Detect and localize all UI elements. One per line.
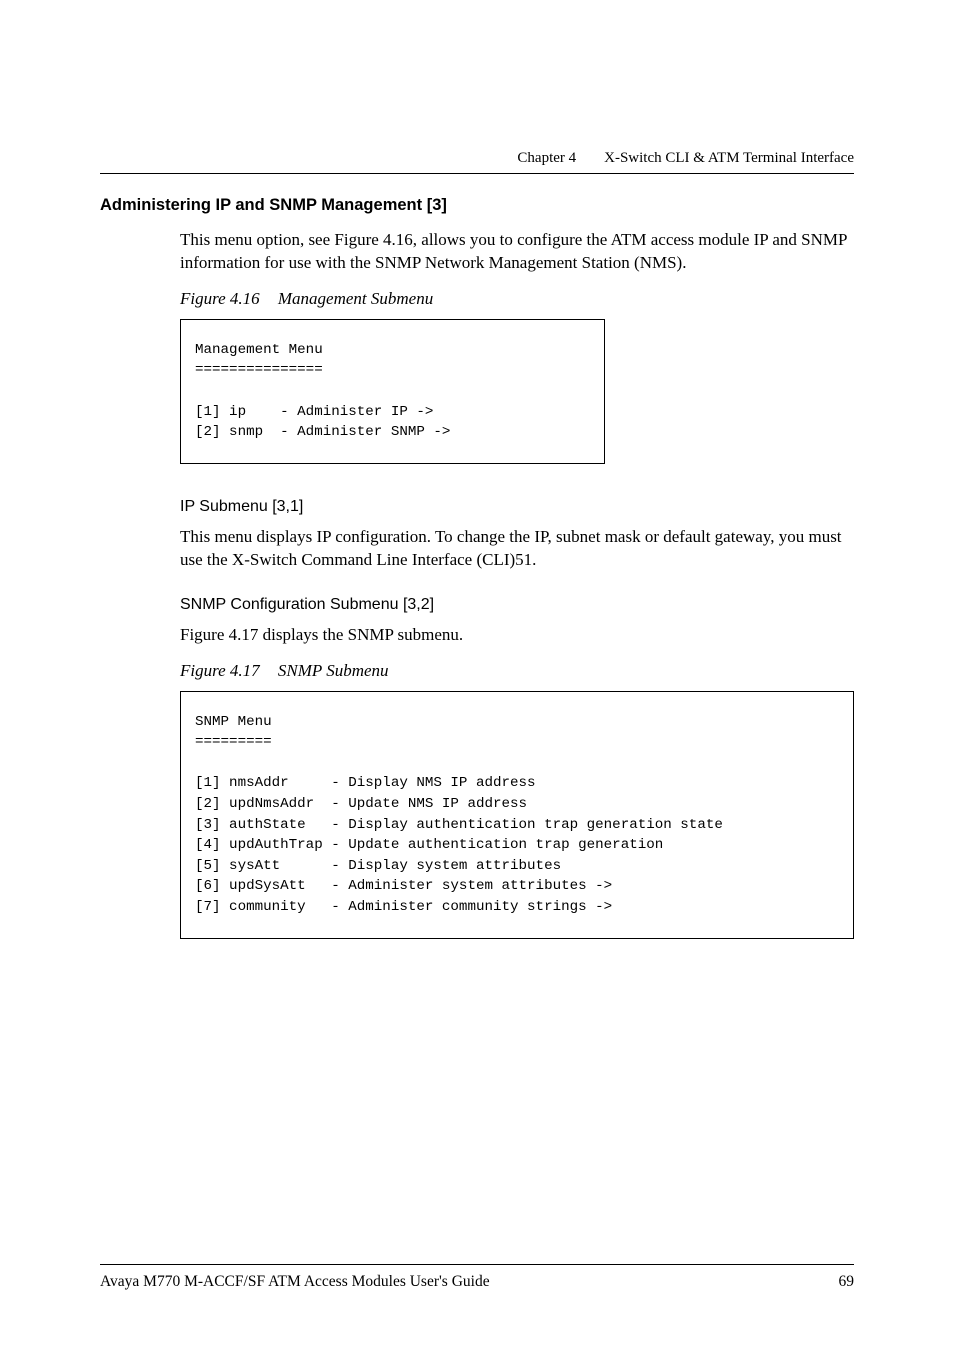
chapter-title: X-Switch CLI & ATM Terminal Interface [604,150,854,167]
figure-4-17-code: SNMP Menu ========= [1] nmsAddr - Displa… [180,691,854,939]
intro-paragraph: This menu option, see Figure 4.16, allow… [180,229,854,275]
chapter-label: Chapter 4 [517,150,576,167]
figure-label: Figure 4.17 [180,661,260,680]
page-footer: Avaya M770 M-ACCF/SF ATM Access Modules … [100,1264,854,1291]
snmp-submenu-text: Figure 4.17 displays the SNMP submenu. [180,624,854,647]
body-content: This menu option, see Figure 4.16, allow… [180,229,854,939]
figure-4-16-caption: Figure 4.16 Management Submenu [180,289,854,309]
section-title: Administering IP and SNMP Management [3] [100,196,854,215]
snmp-submenu-heading: SNMP Configuration Submenu [3,2] [180,596,854,614]
document-page: Chapter 4 X-Switch CLI & ATM Terminal In… [0,0,954,1351]
figure-caption-text: SNMP Submenu [278,661,389,680]
footer-title: Avaya M770 M-ACCF/SF ATM Access Modules … [100,1273,490,1291]
running-header: Chapter 4 X-Switch CLI & ATM Terminal In… [100,150,854,174]
figure-caption-text: Management Submenu [278,289,433,308]
figure-4-16-code: Management Menu =============== [1] ip -… [180,319,605,464]
ip-submenu-text: This menu displays IP configuration. To … [180,526,854,572]
ip-submenu-heading: IP Submenu [3,1] [180,498,854,516]
figure-label: Figure 4.16 [180,289,260,308]
figure-4-17-caption: Figure 4.17 SNMP Submenu [180,661,854,681]
page-number: 69 [839,1273,855,1291]
